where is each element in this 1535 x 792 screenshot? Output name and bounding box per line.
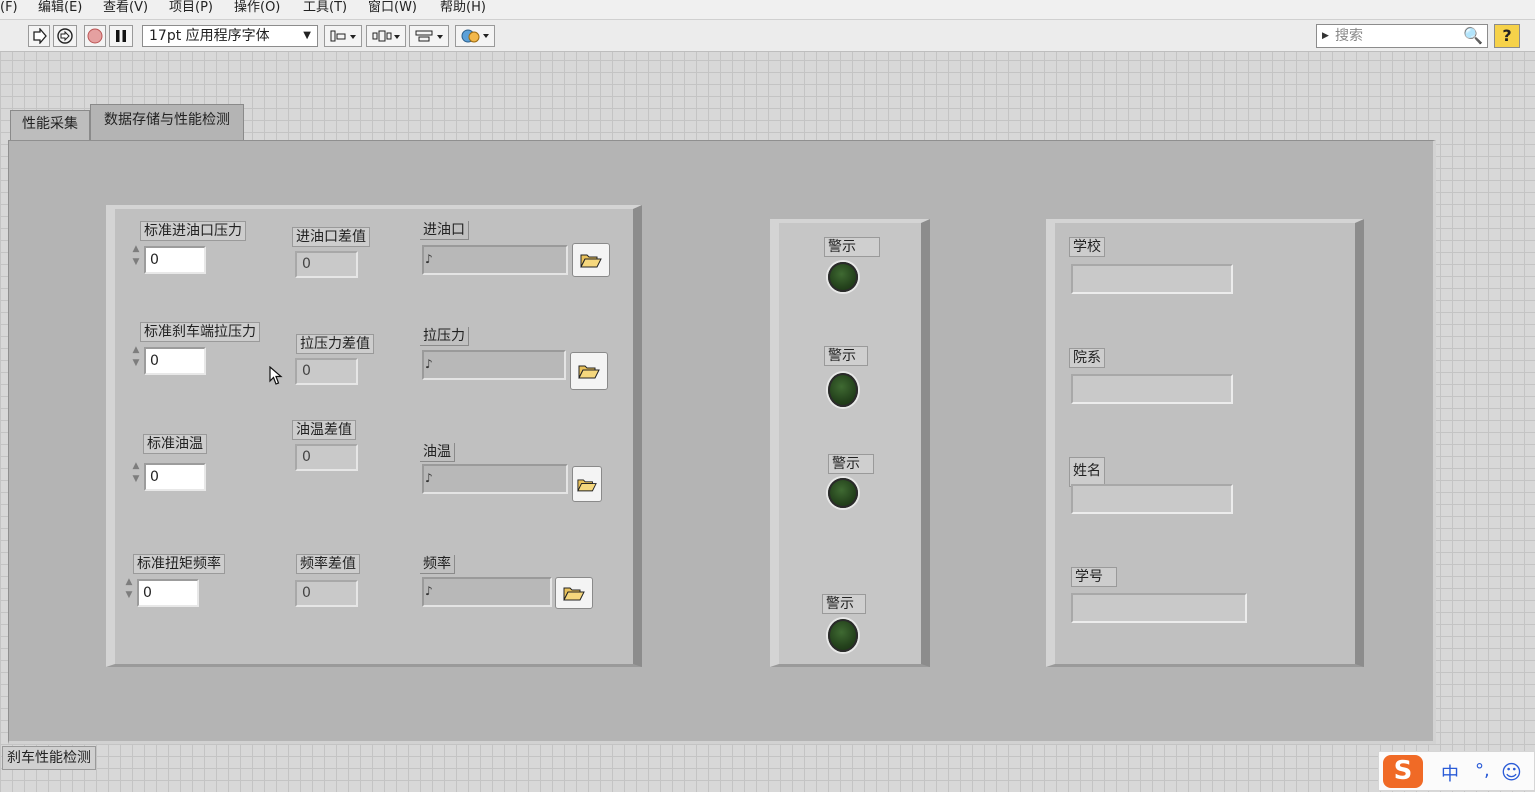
- ime-toolbar[interactable]: S 中 °, ☺: [1378, 751, 1535, 791]
- oil-temp-path-label: 油温: [420, 443, 455, 462]
- inlet-diff-label: 进油口差值: [292, 227, 370, 247]
- chevron-right-icon: ▶: [1322, 31, 1329, 41]
- name-label: 姓名: [1069, 457, 1105, 487]
- help-button[interactable]: ?: [1494, 24, 1520, 48]
- reorder-button[interactable]: [455, 25, 495, 47]
- pause-icon: [116, 30, 126, 42]
- department-indicator: [1071, 374, 1233, 404]
- folder-open-icon: [578, 365, 600, 379]
- student-id-label: 学号: [1071, 567, 1117, 587]
- std-oil-temp-spinner[interactable]: ▲ ▼: [130, 460, 142, 494]
- menu-operate[interactable]: 操作(O): [234, 0, 280, 16]
- tab-performance-acquisition[interactable]: 性能采集: [10, 110, 90, 140]
- run-continuously-icon: [57, 28, 73, 44]
- path-icon: ♪: [425, 584, 433, 598]
- inlet-path-field[interactable]: ♪: [422, 245, 568, 275]
- sogou-logo-icon: S: [1383, 755, 1423, 788]
- menu-help[interactable]: 帮助(H): [440, 0, 486, 16]
- name-indicator: [1071, 484, 1233, 514]
- inlet-path-label: 进油口: [420, 221, 469, 240]
- warning-led-1: [828, 262, 858, 292]
- font-select[interactable]: 17pt 应用程序字体 ▼: [142, 25, 318, 47]
- frequency-browse-button[interactable]: [555, 577, 593, 609]
- oil-temp-diff-indicator: 0: [295, 444, 358, 471]
- std-inlet-pressure-label: 标准进油口压力: [140, 221, 246, 241]
- frequency-diff-indicator: 0: [295, 580, 358, 607]
- run-continuously-button[interactable]: [53, 25, 77, 47]
- search-input[interactable]: ▶ 搜索 🔍: [1316, 24, 1488, 48]
- reorder-icon: [461, 29, 489, 43]
- std-torque-frequency-input[interactable]: 0: [137, 579, 199, 607]
- student-id-indicator: [1071, 593, 1247, 623]
- warning-led-2: [828, 373, 858, 407]
- std-oil-temp-input[interactable]: 0: [144, 463, 206, 491]
- std-oil-temp-label: 标准油温: [143, 434, 207, 454]
- warning-label-2: 警示: [824, 346, 868, 366]
- align-objects-button[interactable]: [324, 25, 362, 47]
- abort-button[interactable]: [84, 25, 106, 47]
- frequency-path-field[interactable]: ♪: [422, 577, 552, 607]
- pull-force-path-field[interactable]: ♪: [422, 350, 566, 380]
- pull-force-path-label: 拉压力: [420, 327, 469, 346]
- pull-force-diff-label: 拉压力差值: [296, 334, 374, 354]
- run-button[interactable]: [28, 25, 50, 47]
- ime-mode-toggle[interactable]: 中: [1441, 760, 1459, 786]
- path-icon: ♪: [425, 252, 433, 266]
- pause-button[interactable]: [109, 25, 133, 47]
- oil-temp-browse-button[interactable]: [572, 466, 602, 502]
- std-torque-frequency-label: 标准扭矩频率: [133, 554, 225, 574]
- std-inlet-pressure-input[interactable]: 0: [144, 246, 206, 274]
- tab-data-storage-detection[interactable]: 数据存储与性能检测: [90, 104, 244, 142]
- search-placeholder: 搜索: [1335, 28, 1363, 44]
- resize-objects-icon: [415, 30, 443, 42]
- menu-edit[interactable]: 编辑(E): [38, 0, 82, 16]
- std-brake-pull-force-spinner[interactable]: ▲ ▼: [130, 344, 142, 378]
- run-arrow-icon: [33, 28, 47, 44]
- folder-open-icon: [580, 254, 602, 268]
- warning-led-4: [828, 619, 858, 652]
- std-brake-pull-force-input[interactable]: 0: [144, 347, 206, 375]
- inlet-browse-button[interactable]: [572, 243, 610, 277]
- path-icon: ♪: [425, 471, 433, 485]
- std-torque-frequency-spinner[interactable]: ▲ ▼: [123, 576, 135, 610]
- std-inlet-pressure-spinner[interactable]: ▲ ▼: [130, 243, 142, 277]
- vi-window-label: 刹车性能检测: [2, 746, 96, 770]
- school-indicator: [1071, 264, 1233, 294]
- ime-punctuation-toggle[interactable]: °,: [1475, 760, 1490, 781]
- warning-label-3: 警示: [828, 454, 874, 474]
- pull-force-diff-indicator: 0: [295, 358, 358, 385]
- menu-file[interactable]: (F): [0, 0, 18, 16]
- menu-view[interactable]: 查看(V): [103, 0, 148, 16]
- warning-led-3: [828, 478, 858, 508]
- search-icon: 🔍: [1463, 26, 1483, 45]
- menu-bar: (F) 编辑(E) 查看(V) 项目(P) 操作(O) 工具(T) 窗口(W) …: [0, 0, 1535, 20]
- distribute-objects-button[interactable]: [366, 25, 406, 47]
- abort-icon: [87, 28, 103, 44]
- pull-force-browse-button[interactable]: [570, 352, 608, 390]
- folder-open-icon: [577, 479, 597, 491]
- menu-tools[interactable]: 工具(T): [303, 0, 347, 16]
- warning-label-1: 警示: [824, 237, 880, 257]
- chevron-down-icon: ▼: [303, 30, 311, 41]
- font-select-label: 17pt 应用程序字体: [149, 28, 270, 44]
- warning-label-4: 警示: [822, 594, 866, 614]
- menu-project[interactable]: 项目(P): [169, 0, 213, 16]
- department-label: 院系: [1069, 348, 1105, 368]
- school-label: 学校: [1069, 237, 1105, 257]
- std-brake-pull-force-label: 标准刹车端拉压力: [140, 322, 260, 342]
- resize-objects-button[interactable]: [409, 25, 449, 47]
- frequency-path-label: 频率: [420, 555, 455, 574]
- toolbar: 17pt 应用程序字体 ▼ ▶ 搜索 🔍 ?: [0, 20, 1535, 52]
- align-objects-icon: [330, 30, 356, 42]
- distribute-objects-icon: [372, 30, 400, 42]
- mouse-cursor-icon: [269, 366, 283, 385]
- smiley-icon[interactable]: ☺: [1501, 760, 1522, 784]
- folder-open-icon: [563, 587, 585, 601]
- oil-temp-diff-label: 油温差值: [292, 420, 356, 440]
- path-icon: ♪: [425, 357, 433, 371]
- oil-temp-path-field[interactable]: ♪: [422, 464, 568, 494]
- inlet-diff-indicator: 0: [295, 251, 358, 278]
- menu-window[interactable]: 窗口(W): [368, 0, 417, 16]
- frequency-diff-label: 频率差值: [296, 554, 360, 574]
